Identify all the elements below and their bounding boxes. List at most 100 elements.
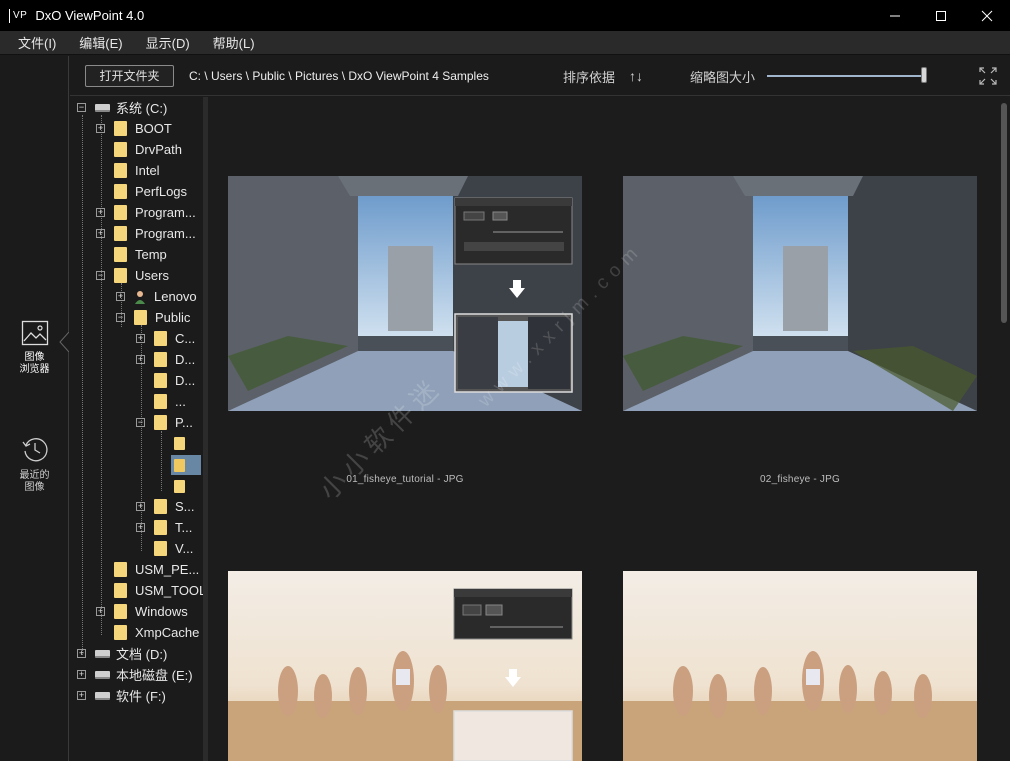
tree-node-drive[interactable]: + 软件 (F:) xyxy=(77,686,166,705)
beach-photo-image xyxy=(228,571,582,761)
tree-node[interactable]: Temp xyxy=(96,245,167,264)
thumbnail-image[interactable] xyxy=(228,176,582,411)
tree-node-drive[interactable]: + 文档 (D:) xyxy=(77,644,167,663)
tree-label: Intel xyxy=(135,163,160,178)
tree-node[interactable]: + Windows xyxy=(96,602,188,621)
collapse-icon[interactable]: − xyxy=(96,271,105,280)
tree-guide xyxy=(82,115,83,655)
tree-label: 文档 (D:) xyxy=(116,647,168,662)
tree-label: Program... xyxy=(135,205,196,220)
tree-node[interactable]: + Program... xyxy=(96,203,196,222)
tree-node[interactable]: + Program... xyxy=(96,224,196,243)
tree-label: S... xyxy=(175,499,195,514)
tree-node[interactable]: − P... xyxy=(136,413,193,432)
nav-recent-images[interactable]: 最近的 图像 xyxy=(0,436,69,494)
thumb-size-slider-knob[interactable] xyxy=(921,67,927,83)
expand-icon[interactable]: + xyxy=(116,292,125,301)
expand-icon[interactable]: + xyxy=(96,607,105,616)
expand-icon[interactable]: + xyxy=(136,334,145,343)
folder-icon xyxy=(114,184,127,199)
tree-label: Public xyxy=(155,310,191,325)
thumbnail-image[interactable] xyxy=(623,571,977,761)
tree-label: ... xyxy=(175,394,186,409)
beach-photo-image xyxy=(623,571,977,761)
minimize-button[interactable] xyxy=(872,0,918,31)
folder-icon xyxy=(154,499,167,514)
tree-node-leaf[interactable] xyxy=(174,434,193,453)
tree-label: PerfLogs xyxy=(135,184,188,199)
folder-icon xyxy=(154,520,167,535)
drive-icon xyxy=(95,103,110,112)
maximize-button[interactable] xyxy=(918,0,964,31)
expand-icon[interactable]: + xyxy=(96,229,105,238)
maximize-icon xyxy=(936,10,946,21)
sort-control[interactable]: 排序依据 ↑↓ xyxy=(563,56,643,96)
tree-node[interactable]: + T... xyxy=(136,518,192,537)
tree-label: Users xyxy=(135,268,169,283)
tree-node[interactable]: DrvPath xyxy=(96,140,182,159)
tree-node[interactable]: XmpCache xyxy=(96,623,199,642)
close-button[interactable] xyxy=(964,0,1010,31)
folder-icon xyxy=(154,373,167,388)
tree-node[interactable]: USM_TOOL xyxy=(96,581,206,600)
tree-node[interactable]: D... xyxy=(136,371,195,390)
collapse-icon[interactable]: − xyxy=(116,313,125,322)
tree-node[interactable]: USM_PE... xyxy=(96,560,199,579)
collapse-icon[interactable]: − xyxy=(77,103,86,112)
tree-node[interactable]: + C... xyxy=(136,329,195,348)
tree-node-drive[interactable]: + 本地磁盘 (E:) xyxy=(77,665,193,684)
tree-node[interactable]: + D... xyxy=(136,350,195,369)
thumbnail-caption: 01_fisheye_tutorial - JPG xyxy=(346,474,464,485)
menu-help[interactable]: 帮助(L) xyxy=(201,33,266,52)
tree-node[interactable]: V... xyxy=(136,539,193,558)
expand-icon[interactable]: + xyxy=(77,670,86,679)
fullscreen-icon[interactable] xyxy=(979,67,997,85)
tree-node[interactable]: ... xyxy=(136,392,186,411)
expand-icon[interactable]: + xyxy=(77,649,86,658)
menu-file[interactable]: 文件(I) xyxy=(0,33,67,52)
expand-icon[interactable]: + xyxy=(136,355,145,364)
tree-node[interactable]: Intel xyxy=(96,161,160,180)
tree-node[interactable]: + BOOT xyxy=(96,119,172,138)
nav-image-browser-label-1: 图像 xyxy=(24,352,45,363)
tree-label: Windows xyxy=(135,604,188,619)
tree-guide xyxy=(161,431,162,491)
thumbnail-image[interactable] xyxy=(228,571,582,761)
sort-order-icon[interactable]: ↑↓ xyxy=(629,68,643,84)
menu-edit[interactable]: 编辑(E) xyxy=(67,33,133,52)
tree-node-root[interactable]: − 系统 (C:) xyxy=(77,98,167,117)
collapse-icon[interactable]: − xyxy=(136,418,145,427)
thumb-size-slider[interactable] xyxy=(767,75,927,77)
tree-node[interactable]: − Users xyxy=(96,266,169,285)
scrollbar-thumb[interactable] xyxy=(1001,103,1007,323)
open-folder-button[interactable]: 打开文件夹 xyxy=(85,64,174,87)
folder-icon xyxy=(114,163,127,178)
tree-label: XmpCache xyxy=(135,625,200,640)
fisheye-photo-image xyxy=(623,176,977,411)
menu-bar: 文件(I) 编辑(E) 显示(D) 帮助(L) xyxy=(0,31,1010,55)
folder-icon xyxy=(114,226,127,241)
tree-node[interactable]: + S... xyxy=(136,497,195,516)
vertical-scrollbar[interactable] xyxy=(998,97,1010,761)
tree-label: Lenovo xyxy=(154,289,197,304)
menu-view[interactable]: 显示(D) xyxy=(134,33,201,52)
tree-node[interactable]: − Public xyxy=(116,308,190,327)
folder-icon xyxy=(134,310,147,325)
tree-node-leaf[interactable] xyxy=(174,477,193,496)
expand-icon[interactable]: + xyxy=(96,208,105,217)
tree-node[interactable]: + Lenovo xyxy=(116,287,197,306)
thumbnail-image[interactable] xyxy=(623,176,977,411)
nav-recent-label-2: 图像 xyxy=(24,482,45,493)
folder-icon xyxy=(154,394,167,409)
tree-node[interactable]: PerfLogs xyxy=(96,182,187,201)
drive-icon xyxy=(95,691,110,700)
expand-icon[interactable]: + xyxy=(136,523,145,532)
tree-node-leaf-selected[interactable] xyxy=(174,456,193,475)
folder-icon xyxy=(114,583,127,598)
tree-label: USM_PE... xyxy=(135,562,200,577)
expand-icon[interactable]: + xyxy=(136,502,145,511)
expand-icon[interactable]: + xyxy=(96,124,105,133)
folder-icon xyxy=(154,352,167,367)
expand-icon[interactable]: + xyxy=(77,691,86,700)
tree-label: V... xyxy=(175,541,194,556)
